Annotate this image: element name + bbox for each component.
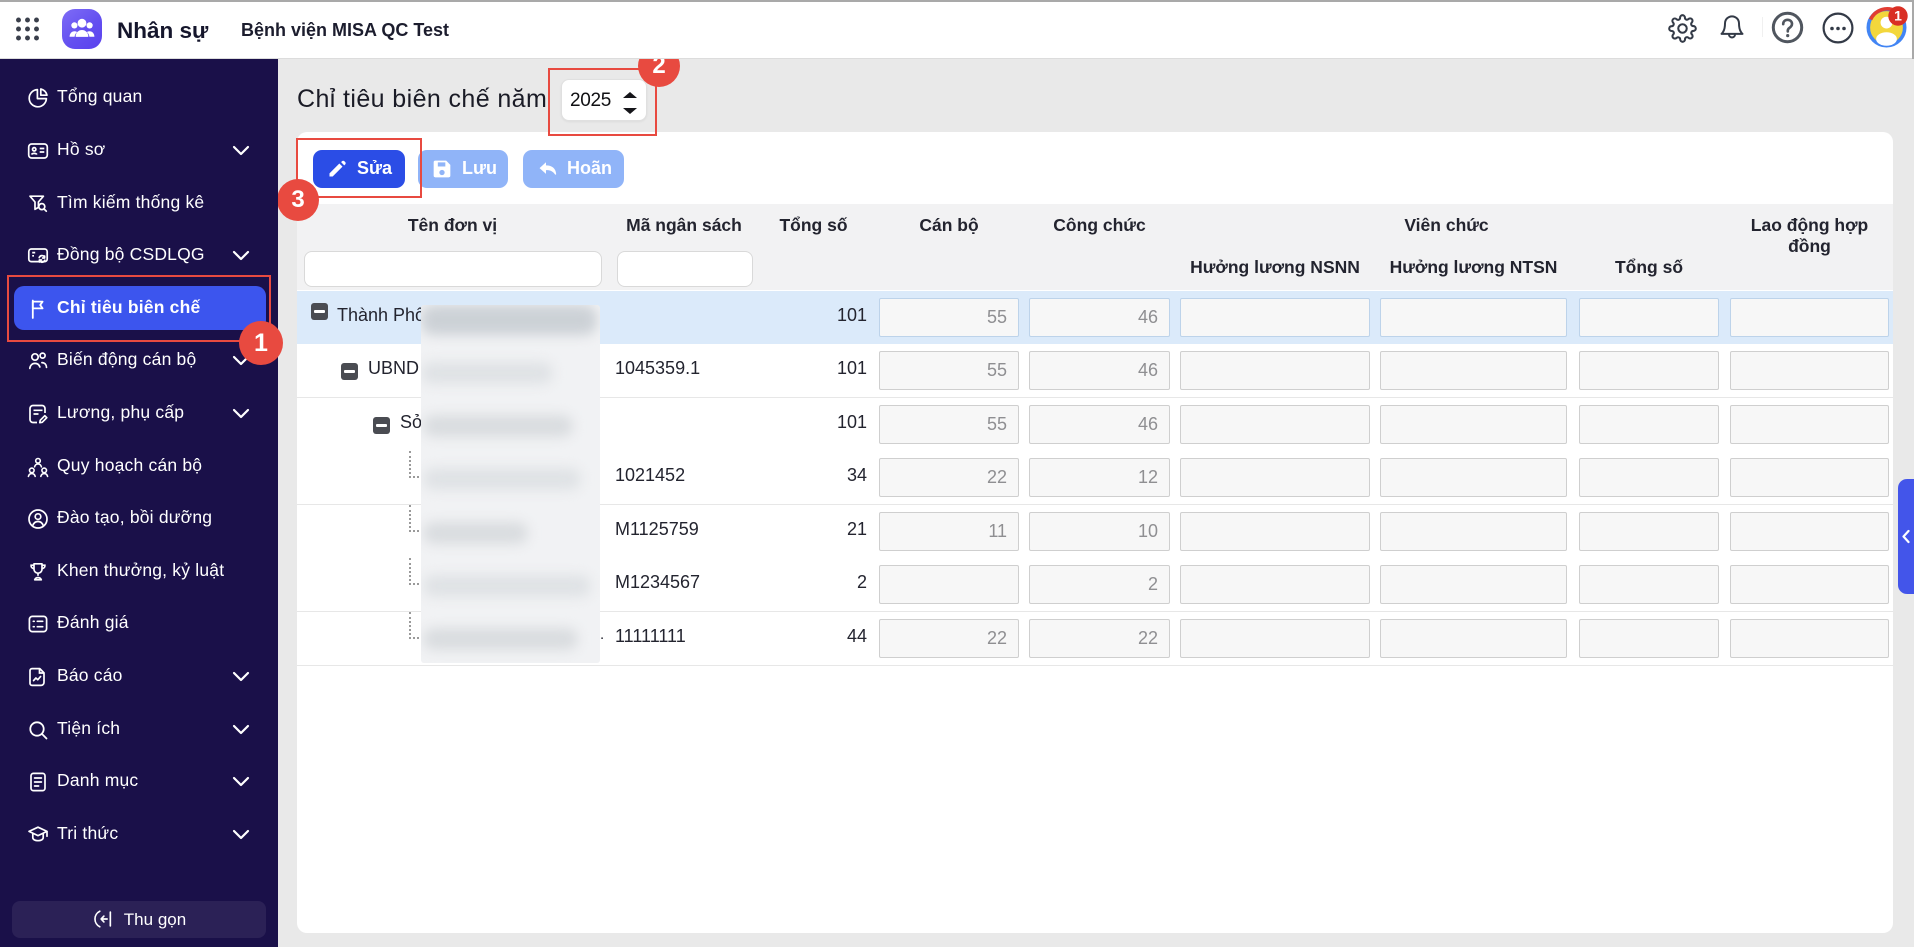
svg-text:1: 1 bbox=[1894, 8, 1902, 24]
